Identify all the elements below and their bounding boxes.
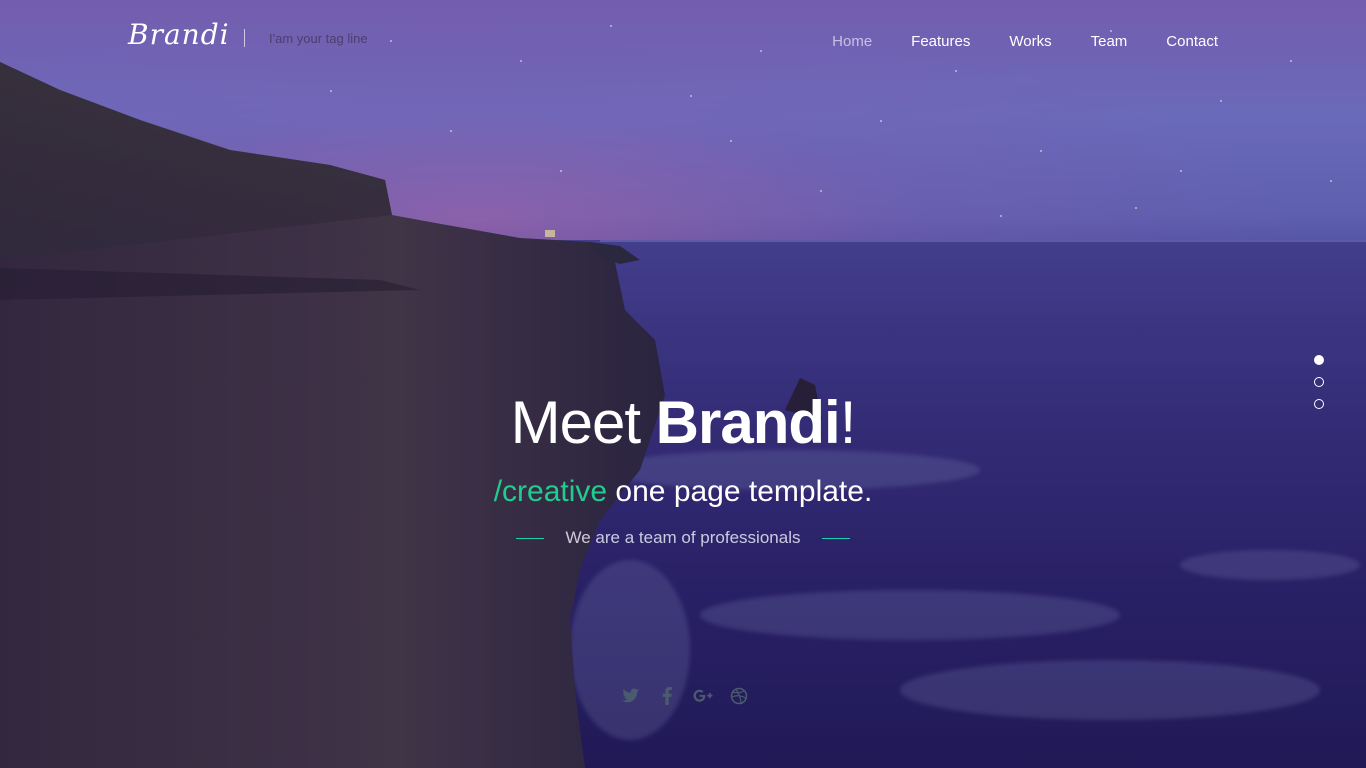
main-menu: Home Features Works Team Contact xyxy=(832,33,1218,50)
nav-features[interactable]: Features xyxy=(911,33,970,50)
nav-contact[interactable]: Contact xyxy=(1166,33,1218,50)
social-links xyxy=(620,685,750,707)
overlay xyxy=(0,0,1366,768)
tagline-rule-right xyxy=(822,537,851,539)
hero-tagline: We are a team of professionals xyxy=(565,528,801,547)
hero-headline: Meet Brandi! xyxy=(0,388,1366,457)
nav-home[interactable]: Home xyxy=(832,33,872,50)
subheadline-rest: one page template. xyxy=(607,475,873,508)
hero-tagline-row: We are a team of professionals xyxy=(0,528,1366,548)
dribbble-icon[interactable] xyxy=(728,685,750,707)
headline-brand: Brandi xyxy=(655,389,841,456)
hero-section: Brandi I'am your tag line Home Features … xyxy=(0,0,1366,768)
logo-divider xyxy=(244,29,245,47)
facebook-icon[interactable] xyxy=(656,685,678,707)
headline-prefix: Meet xyxy=(510,389,656,456)
nav-works[interactable]: Works xyxy=(1009,33,1051,50)
navbar: Brandi I'am your tag line Home Features … xyxy=(0,0,1366,86)
subheadline-accent: /creative xyxy=(493,475,608,508)
tagline-rule-left xyxy=(515,537,544,539)
logo[interactable]: Brandi xyxy=(128,18,230,51)
headline-suffix: ! xyxy=(839,389,857,456)
nav-team[interactable]: Team xyxy=(1091,33,1128,50)
slide-dot-2[interactable] xyxy=(1314,377,1324,387)
twitter-icon[interactable] xyxy=(620,685,642,707)
hero-subheadline: /creative one page template. xyxy=(0,475,1366,509)
slide-dot-1[interactable] xyxy=(1314,355,1324,365)
google-plus-icon[interactable] xyxy=(692,685,714,707)
tag-line: I'am your tag line xyxy=(269,31,368,46)
